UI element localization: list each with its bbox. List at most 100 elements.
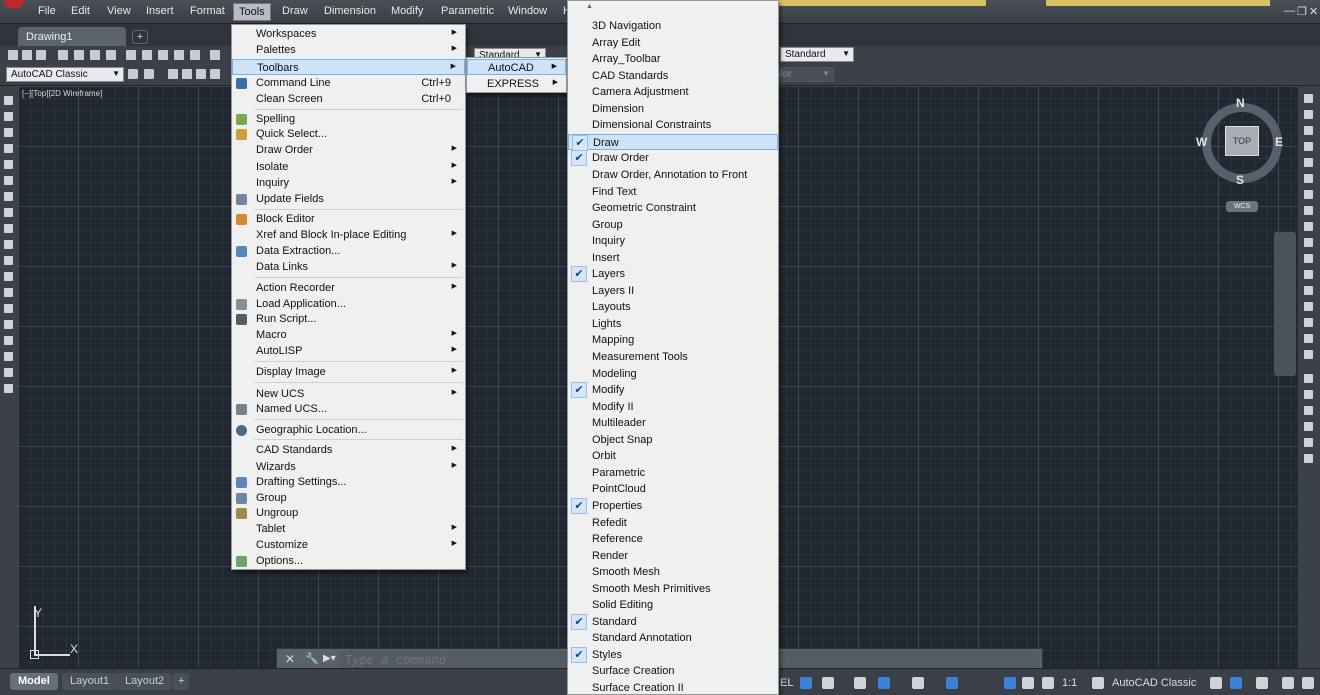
menu-item-display-image[interactable]: Display Image ▶ <box>232 364 465 380</box>
revcloud-icon[interactable] <box>4 208 13 217</box>
spline-icon[interactable] <box>4 224 13 233</box>
copy-icon[interactable] <box>142 50 152 60</box>
point-icon[interactable] <box>4 304 13 313</box>
toolbar-toggle-item[interactable]: ✔ Draw Order <box>568 150 778 167</box>
toolbar-toggle-item[interactable]: ✔ Draw <box>568 133 778 151</box>
toolbar-toggle-item[interactable]: ✔ Modify <box>568 382 778 399</box>
menu-item-named-ucs[interactable]: Named UCS... <box>232 401 465 417</box>
grid-icon[interactable] <box>800 677 812 689</box>
region-icon[interactable] <box>4 352 13 361</box>
new-icon[interactable] <box>8 50 18 60</box>
menu-item-data-links[interactable]: Data Links ▶ <box>232 259 465 275</box>
draworder-back-icon[interactable] <box>1304 390 1313 399</box>
toolbar-toggle-item[interactable]: Modeling <box>568 366 778 382</box>
toolbar-toggle-item[interactable]: PointCloud <box>568 481 778 497</box>
polar-icon[interactable] <box>878 677 890 689</box>
navigation-bar[interactable] <box>1274 232 1296 376</box>
move-icon[interactable] <box>1304 174 1313 183</box>
hardware-acceleration-icon[interactable] <box>1256 677 1268 689</box>
menu-item-customize[interactable]: Customize ▶ <box>232 537 465 553</box>
menu-item-isolate[interactable]: Isolate ▶ <box>232 159 465 175</box>
extend-icon[interactable] <box>1304 254 1313 263</box>
workspace-switch[interactable]: AutoCAD Classic <box>1112 677 1196 689</box>
scroll-up-icon[interactable]: ▲ <box>586 3 593 10</box>
close-icon[interactable]: ✕ <box>285 652 295 666</box>
menu-modify[interactable]: Modify <box>391 5 423 17</box>
draworder-under-icon[interactable] <box>1304 422 1313 431</box>
toolbar-toggle-item[interactable]: Surface Creation <box>568 663 778 679</box>
join-icon[interactable] <box>1304 286 1313 295</box>
rotate-icon[interactable] <box>1304 190 1313 199</box>
toolbar-toggle-item[interactable]: Refedit <box>568 515 778 531</box>
mirror-icon[interactable] <box>1304 126 1313 135</box>
toolbar-toggle-item[interactable]: Measurement Tools <box>568 349 778 365</box>
menu-tools[interactable]: Tools <box>233 3 271 21</box>
toolbar-toggle-item[interactable]: ✔ Layers <box>568 266 778 283</box>
toolbar-toggle-item[interactable]: Inquiry <box>568 233 778 249</box>
copy-object-icon[interactable] <box>1304 110 1313 119</box>
toolbar-toggle-item[interactable]: Solid Editing <box>568 597 778 613</box>
plus-icon[interactable] <box>1210 677 1222 689</box>
toolbar-toggle-item[interactable]: Array_Toolbar <box>568 51 778 67</box>
menu-item-geographic-location[interactable]: Geographic Location... <box>232 422 465 438</box>
autoscale-icon[interactable] <box>1022 677 1034 689</box>
toolbar-toggle-item[interactable]: Draw Order, Annotation to Front <box>568 167 778 183</box>
ellipse-icon[interactable] <box>4 240 13 249</box>
toolbar-toggle-item[interactable]: Dimension <box>568 101 778 117</box>
multiline-text-icon[interactable] <box>4 384 13 393</box>
color-combo[interactable]: olor ▼ <box>770 67 834 82</box>
toolbar-toggle-item[interactable]: Reference <box>568 531 778 547</box>
hamburger-menu-icon[interactable] <box>1302 677 1314 689</box>
restore-button[interactable]: ❐ <box>1297 5 1307 18</box>
publish-icon[interactable] <box>90 50 100 60</box>
print-icon[interactable] <box>106 50 116 60</box>
close-button[interactable]: ✕ <box>1309 5 1318 18</box>
menu-item-inquiry[interactable]: Inquiry ▶ <box>232 175 465 191</box>
toolbar-toggle-item[interactable]: ✔ Styles <box>568 646 778 663</box>
erase-icon[interactable] <box>1304 94 1313 103</box>
menu-dimension[interactable]: Dimension <box>324 5 376 17</box>
menu-item-toolbars[interactable]: Toolbars ▶ <box>232 59 465 75</box>
toolbar-toggle-item[interactable]: ✔ Standard <box>568 613 778 630</box>
menu-item-run-script[interactable]: Run Script... <box>232 311 465 327</box>
open-icon[interactable] <box>36 50 46 60</box>
menu-item-new-ucs[interactable]: New UCS ▶ <box>232 386 465 402</box>
toolbar-toggle-item[interactable]: Geometric Constraint <box>568 200 778 216</box>
layer-properties-icon[interactable] <box>168 69 178 79</box>
model-space-label[interactable]: EL <box>780 677 793 689</box>
draworder-above-icon[interactable] <box>1304 406 1313 415</box>
hatch-icon[interactable] <box>4 320 13 329</box>
lock-icon[interactable] <box>210 69 220 79</box>
table-icon[interactable] <box>4 368 13 377</box>
ellipse-arc-icon[interactable] <box>4 256 13 265</box>
menu-item-options[interactable]: Options... <box>232 553 465 569</box>
menu-item-quick-select[interactable]: Quick Select... <box>232 126 465 142</box>
blend-icon[interactable] <box>1304 334 1313 343</box>
toolbar-toggle-item[interactable]: Standard Annotation <box>568 630 778 646</box>
toolbar-toggle-item[interactable]: Smooth Mesh Primitives <box>568 581 778 597</box>
chamfer-icon[interactable] <box>1304 302 1313 311</box>
menu-draw[interactable]: Draw <box>282 5 308 17</box>
menu-format[interactable]: Format <box>190 5 225 17</box>
menu-item-block-editor[interactable]: Block Editor <box>232 211 465 227</box>
trim-icon[interactable] <box>1304 238 1313 247</box>
cut-icon[interactable] <box>126 50 136 60</box>
compass-north[interactable]: N <box>1236 96 1245 110</box>
undo-icon[interactable] <box>210 50 220 60</box>
break-icon[interactable] <box>1304 270 1313 279</box>
menu-insert[interactable]: Insert <box>146 5 174 17</box>
circle-icon[interactable] <box>4 192 13 201</box>
annotation-scale-value[interactable]: 1:1 <box>1062 677 1077 689</box>
menu-item-load-application[interactable]: Load Application... <box>232 296 465 312</box>
toolbar-toggle-item[interactable]: Insert <box>568 250 778 266</box>
arc-icon[interactable] <box>4 176 13 185</box>
toolbar-toggle-item[interactable]: Array Edit <box>568 35 778 51</box>
matchprop-icon[interactable] <box>174 50 184 60</box>
menu-item-update-fields[interactable]: Update Fields <box>232 191 465 207</box>
toolbar-toggle-item[interactable]: Surface Creation II <box>568 680 778 695</box>
toolbar-toggle-item[interactable]: Layers II <box>568 283 778 299</box>
construction-line-icon[interactable] <box>4 112 13 121</box>
isolate-objects-icon[interactable] <box>1230 677 1242 689</box>
wrench-icon[interactable]: 🔧 <box>305 652 319 665</box>
menu-item-autolisp[interactable]: AutoLISP ▶ <box>232 343 465 359</box>
